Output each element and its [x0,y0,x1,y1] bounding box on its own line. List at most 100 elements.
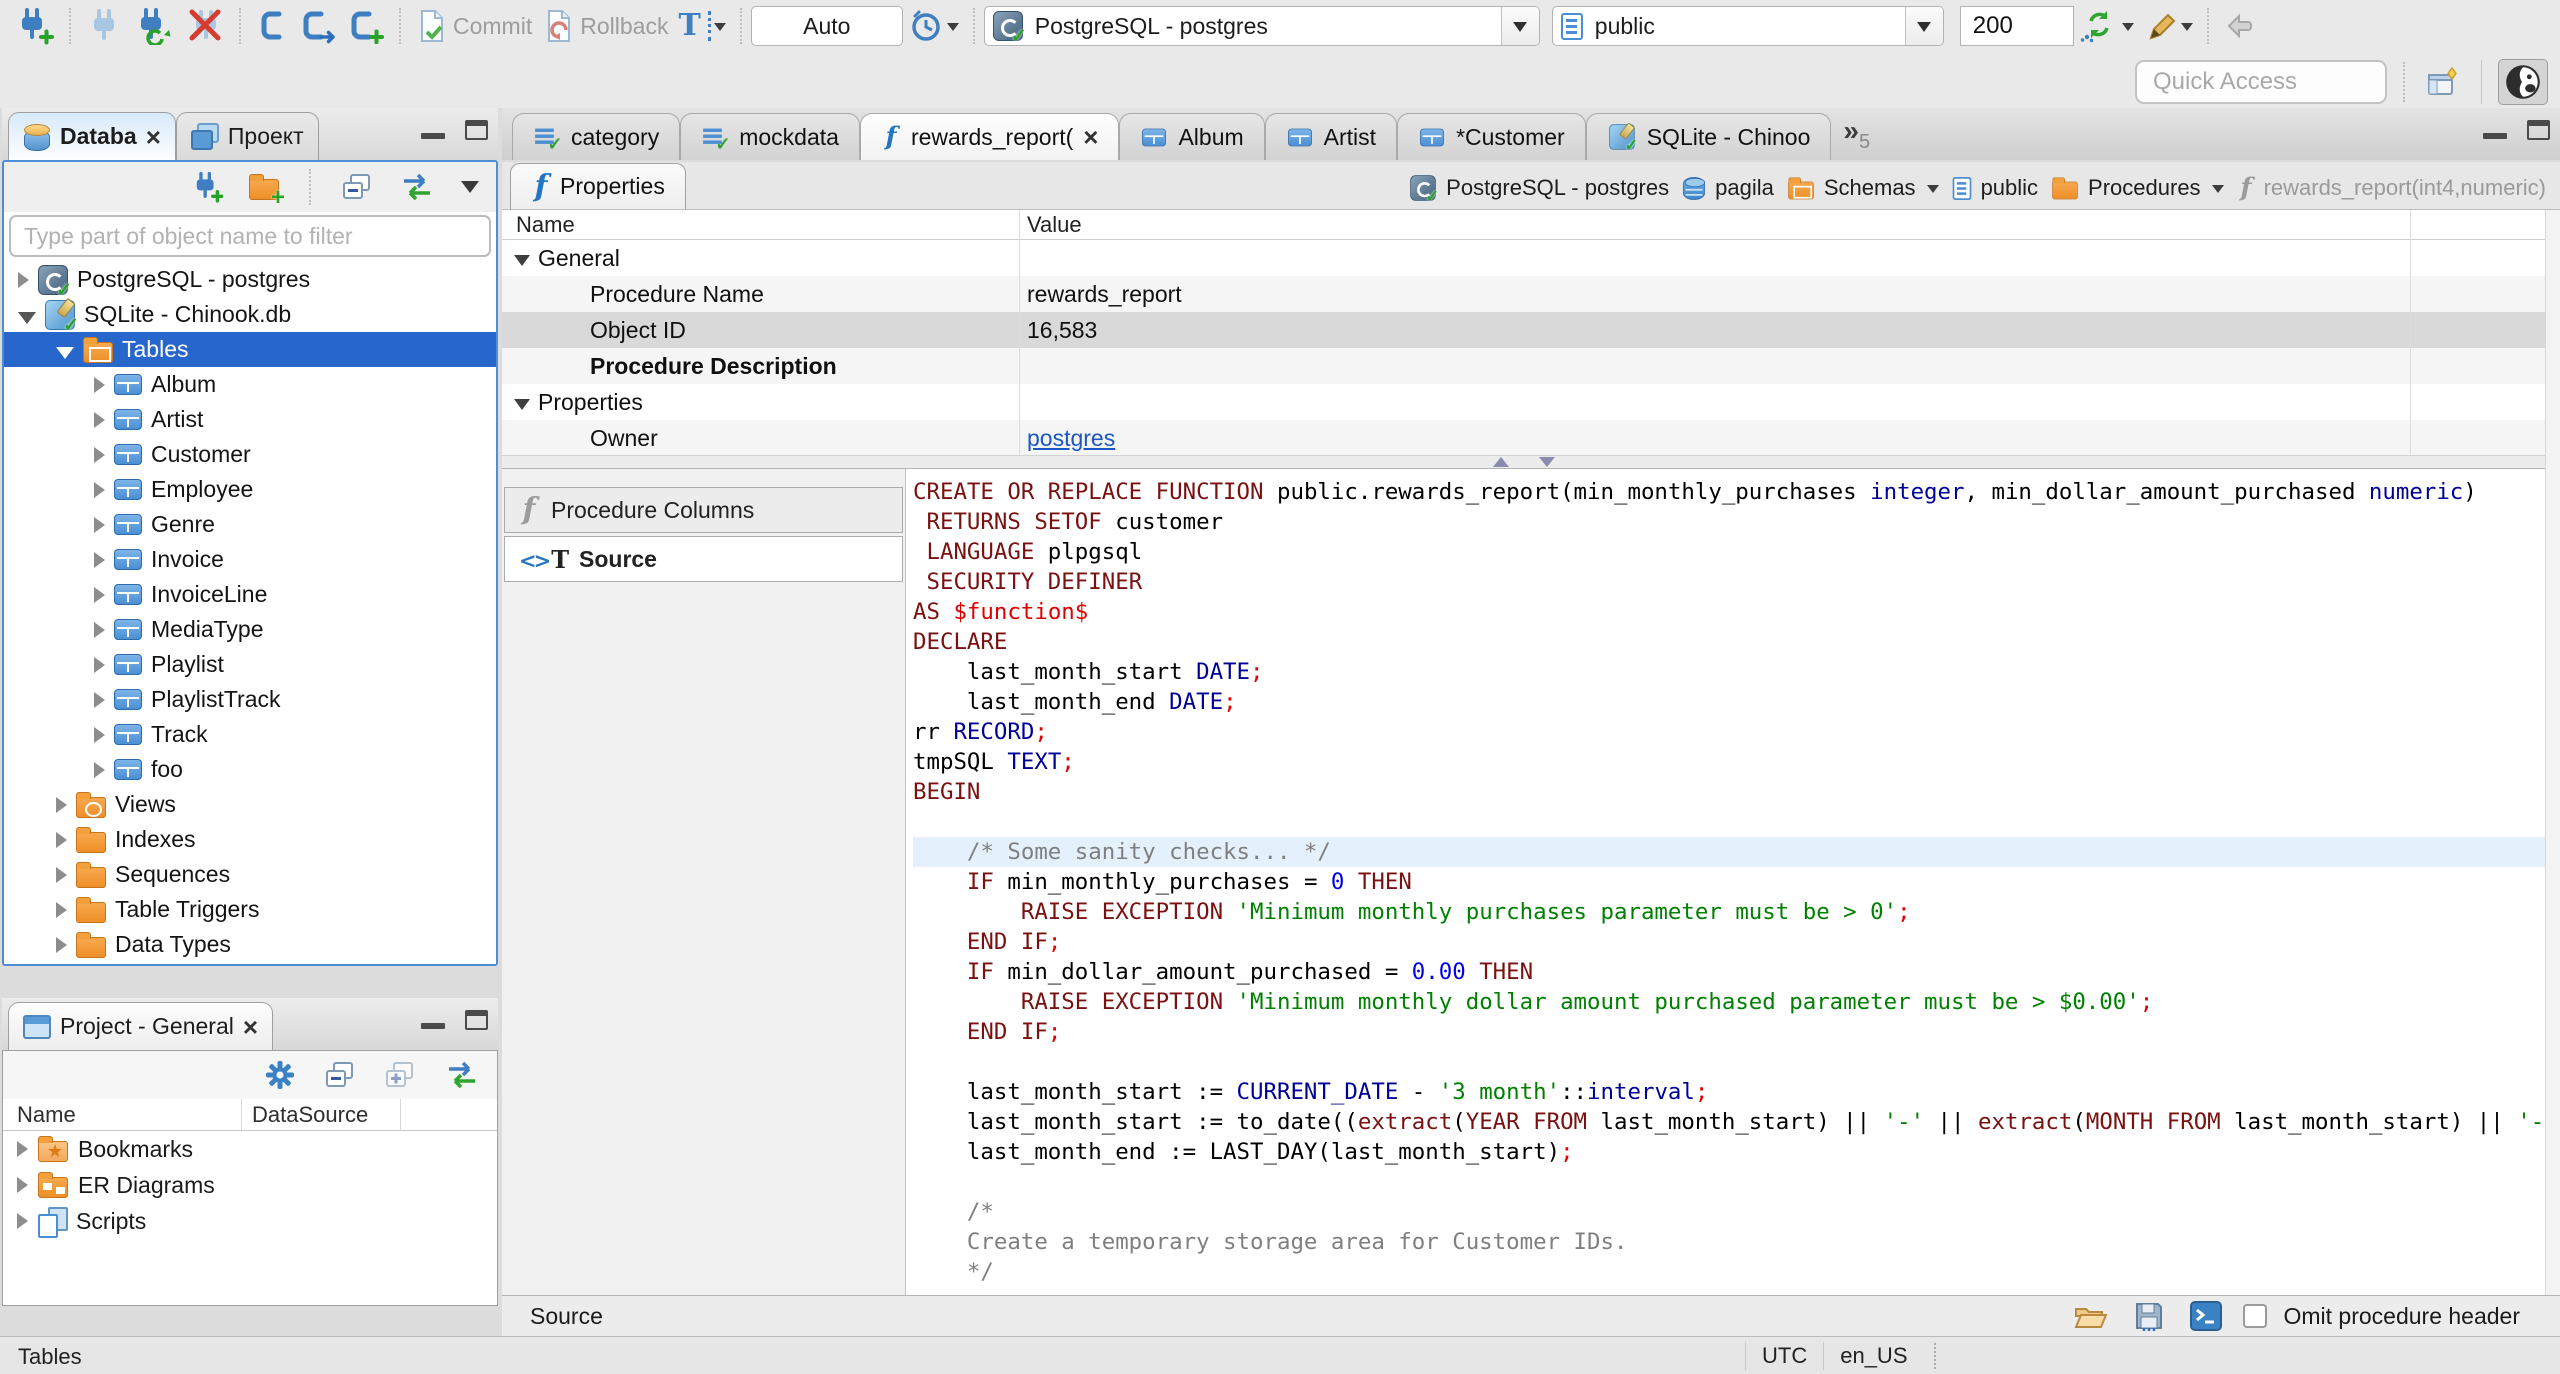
collapse-all-button[interactable] [336,164,378,210]
breadcrumb-item-public[interactable]: public [1951,175,2038,202]
view-menu-button[interactable] [456,164,484,210]
property-row-properties[interactable]: Properties [502,384,2545,420]
breadcrumb-item-pagila[interactable]: pagila [1681,175,1774,202]
chevron-down-icon[interactable] [514,398,530,410]
property-row-owner[interactable]: Owner postgres [502,420,2545,455]
nav-new-connection-button[interactable] [184,164,228,210]
load-from-file-button[interactable] [2069,1293,2113,1339]
vertical-scrollbar[interactable] [2545,210,2560,1295]
side-tab-source[interactable]: <> T Source [504,536,903,582]
code-line[interactable]: IF min_dollar_amount_purchased = 0.00 TH… [913,957,2545,987]
code-line[interactable]: RAISE EXCEPTION 'Minimum monthly purchas… [913,897,2545,927]
sql-editor-button[interactable] [250,3,294,49]
close-icon[interactable]: × [146,124,161,150]
chevron-right-icon[interactable] [94,761,105,778]
horizontal-splitter[interactable] [502,455,2545,469]
transaction-log-button[interactable] [903,3,964,49]
tree-item-table-triggers[interactable]: Table Triggers [4,892,496,927]
tree-item-playlist[interactable]: Playlist [4,647,496,682]
chevron-right-icon[interactable] [17,1141,28,1157]
editor-tab-customer[interactable]: *Customer [1397,113,1586,160]
project-item-er-diagrams[interactable]: ER Diagrams [3,1167,497,1203]
active-connection-combo[interactable]: PostgreSQL - postgres [983,6,1540,46]
dbeaver-perspective-button[interactable] [2498,59,2548,105]
quick-access-input[interactable] [2135,60,2387,104]
maximize-icon[interactable] [465,1010,488,1030]
editor-tab-mockdata[interactable]: mockdata [680,113,860,160]
transaction-mode-button[interactable]: T [673,3,730,49]
proj-expand-all-button[interactable] [379,1052,421,1098]
breadcrumb-item-procedures[interactable]: Procedures [2050,175,2224,201]
column-header-datasource[interactable]: DataSource [241,1099,401,1130]
chevron-right-icon[interactable] [56,831,67,848]
back-button[interactable] [2218,3,2264,49]
property-row-general[interactable]: General [502,240,2545,276]
tree-item-artist[interactable]: Artist [4,402,496,437]
code-line[interactable]: RAISE EXCEPTION 'Minimum monthly dollar … [913,987,2545,1017]
proj-collapse-all-button[interactable] [319,1052,361,1098]
splitter-up-icon[interactable] [1492,457,1509,467]
close-icon[interactable]: × [243,1014,258,1040]
code-line[interactable]: END IF; [913,927,2545,957]
chevron-right-icon[interactable] [56,936,67,953]
chevron-right-icon[interactable] [56,901,67,918]
code-line[interactable] [913,1167,2545,1197]
chevron-right-icon[interactable] [94,586,105,603]
tab-projects[interactable]: Проект [175,112,319,160]
code-line[interactable]: RETURNS SETOF customer [913,507,2545,537]
column-divider[interactable] [2410,210,2411,455]
chevron-right-icon[interactable] [94,621,105,638]
code-line[interactable] [913,1047,2545,1077]
code-line[interactable]: CREATE OR REPLACE FUNCTION public.reward… [913,477,2545,507]
chevron-right-icon[interactable] [17,1213,28,1229]
tree-item-invoiceline[interactable]: InvoiceLine [4,577,496,612]
chevron-right-icon[interactable] [17,1177,28,1193]
column-header-name[interactable]: Name [502,210,1019,239]
nav-new-folder-button[interactable]: + [244,164,285,210]
tree-item-employee[interactable]: Employee [4,472,496,507]
tree-item-foo[interactable]: foo [4,752,496,787]
rollback-button[interactable]: Rollback [537,3,673,49]
drag-handle-icon[interactable] [1933,1342,1936,1369]
code-line[interactable]: last_month_start := to_date((extract(YEA… [913,1107,2545,1137]
code-line[interactable]: /* Some sanity checks... */ [913,837,2545,867]
splitter-down-icon[interactable] [1538,457,1555,467]
tree-item-indexes[interactable]: Indexes [4,822,496,857]
chevron-right-icon[interactable] [94,446,105,463]
chevron-right-icon[interactable] [94,691,105,708]
chevron-down-icon[interactable] [18,311,36,324]
save-to-file-button[interactable] [2129,1293,2169,1339]
tree-item-mediatype[interactable]: MediaType [4,612,496,647]
disconnect-button[interactable] [180,3,230,49]
tab-properties[interactable]: f Properties [510,163,686,209]
column-header-value[interactable]: Value [1019,210,2545,239]
code-line[interactable]: last_month_start := CURRENT_DATE - '3 mo… [913,1077,2545,1107]
close-icon[interactable]: × [1083,124,1098,150]
tree-item-track[interactable]: Track [4,717,496,752]
tab-overflow-button[interactable]: » 5 [1843,117,1870,154]
breadcrumb-item-rewards-report-int4-numeric[interactable]: f rewards_report(int4,numeric) [2236,174,2546,202]
tab-project-general[interactable]: Project - General × [8,1002,274,1050]
project-item-bookmarks[interactable]: Bookmarks [3,1131,497,1167]
column-divider[interactable] [1019,210,1020,455]
code-line[interactable]: END IF; [913,1017,2545,1047]
chevron-right-icon[interactable] [94,726,105,743]
tree-item-playlisttrack[interactable]: PlaylistTrack [4,682,496,717]
side-tab-procedure-columns[interactable]: f Procedure Columns [504,487,903,533]
chevron-down-icon[interactable] [514,254,530,266]
minimize-icon[interactable] [2483,133,2507,139]
property-row-procedure-description[interactable]: Procedure Description [502,348,2545,384]
tree-item-invoice[interactable]: Invoice [4,542,496,577]
commit-button[interactable]: Commit [410,3,537,49]
project-item-scripts[interactable]: Scripts [3,1203,497,1239]
code-line[interactable] [913,807,2545,837]
maximize-icon[interactable] [465,120,488,140]
editor-tab-rewards-report[interactable]: f rewards_report(× [859,113,1120,160]
chevron-right-icon[interactable] [56,796,67,813]
chevron-right-icon[interactable] [94,481,105,498]
proj-link-button[interactable] [439,1052,485,1098]
analyze-button[interactable] [2139,3,2198,49]
object-filter-input[interactable] [9,215,491,257]
active-schema-combo[interactable]: public [1551,6,1944,46]
invalidate-reconnect-button[interactable] [128,3,180,49]
